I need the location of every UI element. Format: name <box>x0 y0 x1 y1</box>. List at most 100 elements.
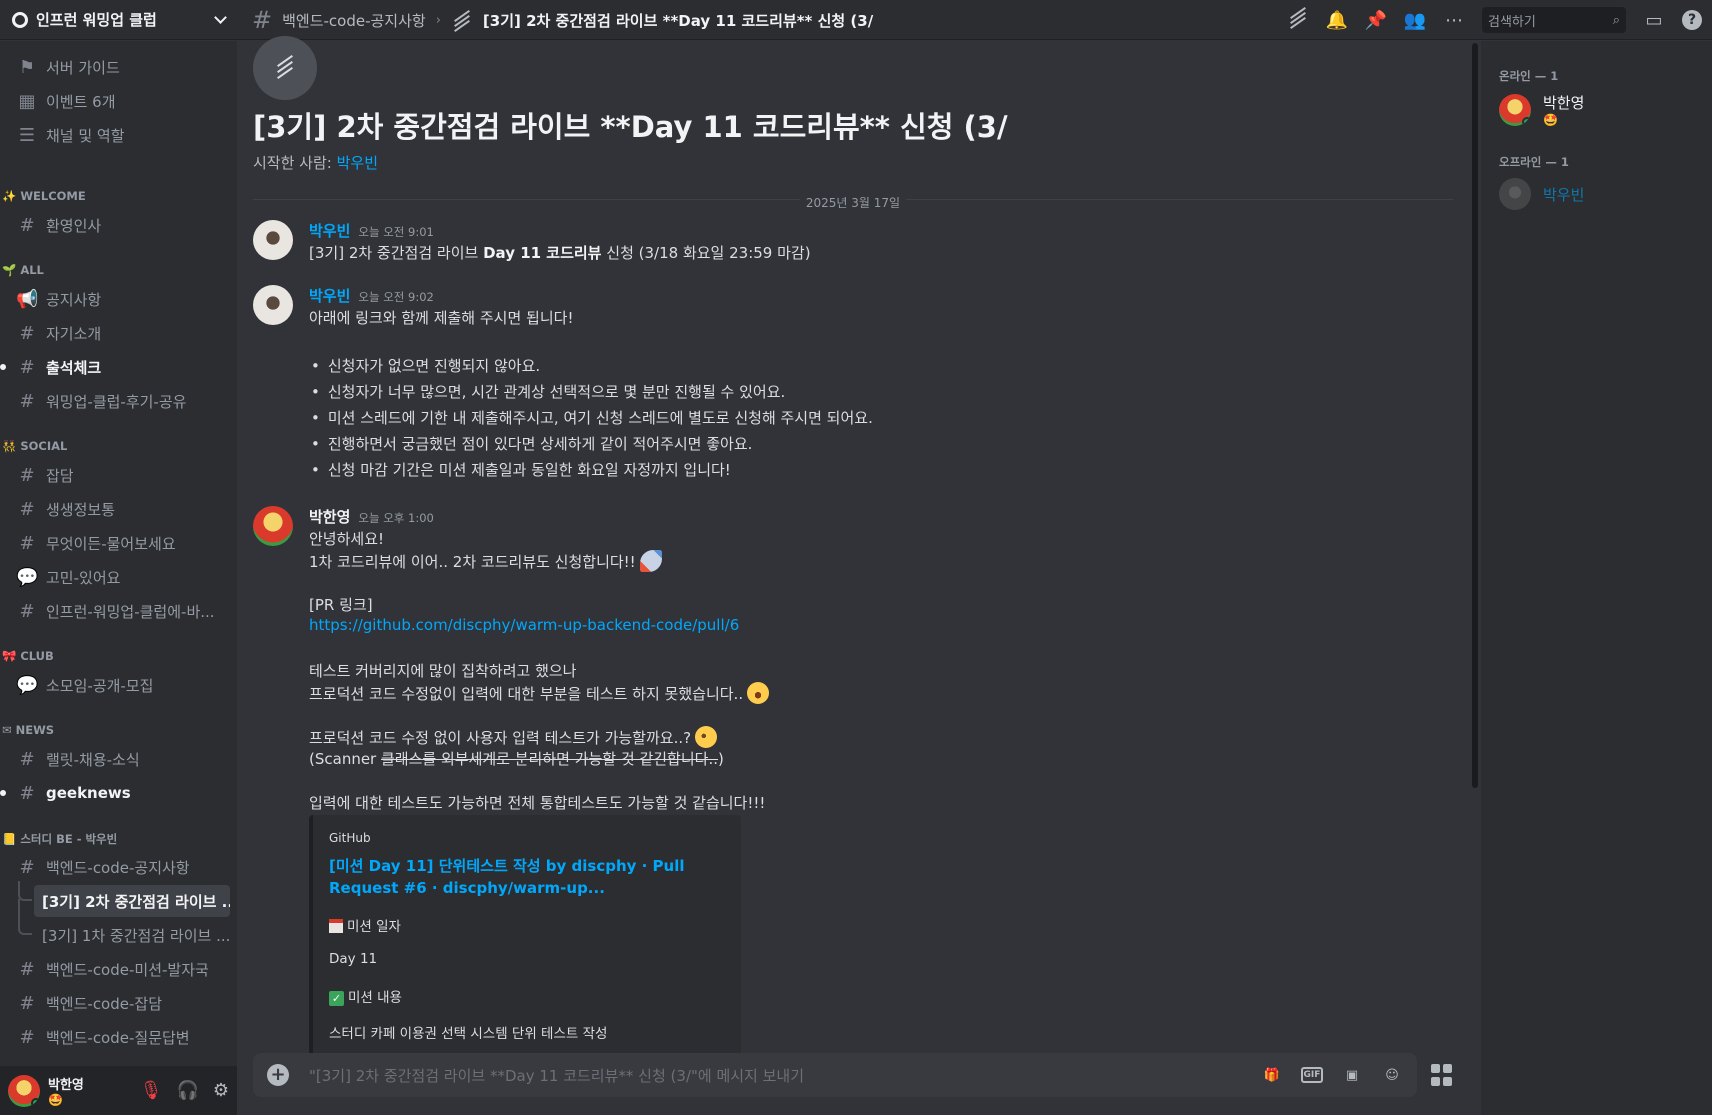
server-settings-icon <box>12 11 28 28</box>
threads-icon[interactable] <box>1287 7 1309 31</box>
channel-attendance[interactable]: # 출석체크 <box>0 351 230 383</box>
help-icon[interactable]: ? <box>1682 10 1702 30</box>
message-author[interactable]: 박우빈 <box>309 285 350 306</box>
channel-intro[interactable]: # 자기소개 <box>8 317 230 349</box>
hash-icon: # <box>19 856 35 878</box>
member-item[interactable]: 박우빈 <box>1499 178 1584 210</box>
embed-title[interactable]: [미션 Day 11] 단위테스트 작성 by discphy · Pull R… <box>329 855 729 899</box>
channel-welcome[interactable]: # 환영인사 <box>8 209 230 241</box>
search-icon: ⌕ <box>1612 12 1620 28</box>
date-divider-label: 2025년 3월 17일 <box>799 196 907 210</box>
more-options-icon[interactable]: ⋯ <box>1443 9 1465 31</box>
apps-icon[interactable] <box>1428 1061 1456 1089</box>
hash-icon: # <box>19 1026 35 1048</box>
gift-icon[interactable]: 🎁 <box>1261 1064 1283 1086</box>
rocket-emoji-icon <box>639 550 662 572</box>
message-line: 입력에 대한 테스트도 가능하면 전체 통합테스트도 가능할 것 같습니다!!! <box>309 794 766 812</box>
strikethrough-text: 클래스를 외부세계로 분리하면 가능할 것 같긴합니다.. <box>381 750 718 768</box>
thread-title: [3기] 2차 중간점검 라이브 **Day 11 코드리뷰** 신청 (3/ <box>253 110 1008 144</box>
composer-icons: 🎁 GIF ▣ ☺ <box>1261 1064 1403 1086</box>
avatar[interactable] <box>253 506 293 546</box>
message-text: [3기] 2차 중간점검 라이브 Day 11 코드리뷰 신청 (3/18 화요… <box>309 242 811 263</box>
channel-rallit[interactable]: # 랠릿-채용-소식 <box>8 743 230 775</box>
headphones-icon[interactable]: 🎧 <box>176 1080 198 1101</box>
channel-be-chat[interactable]: # 백엔드-code-잡담 <box>8 987 230 1019</box>
hash-icon: # <box>19 532 35 554</box>
unread-indicator <box>0 364 6 370</box>
date-divider-label-wrap: 2025년 3월 17일 <box>253 192 1453 211</box>
sidebar-item-events[interactable]: ▦ 이벤트 6개 <box>8 85 230 117</box>
category-news[interactable]: ✉ NEWS <box>2 723 54 737</box>
server-name: 인프런 워밍업 클럽 <box>36 11 157 29</box>
chevron-right-icon: › <box>435 12 441 28</box>
channel-be-notice[interactable]: # 백엔드-code-공지사항 <box>8 851 230 883</box>
search-input[interactable]: 검색하기 ⌕ <box>1482 7 1626 33</box>
forum-icon: 💬 <box>16 674 39 696</box>
server-header[interactable]: 인프런 워밍업 클럽 <box>0 0 237 40</box>
inbox-icon[interactable]: ▭ <box>1643 9 1665 31</box>
channel-geeknews[interactable]: # geeknews <box>0 777 230 809</box>
category-study[interactable]: 📒 스터디 BE - 박우빈 <box>2 831 117 847</box>
member-item[interactable]: 박한영 🤩 <box>1499 92 1584 127</box>
channel-ask[interactable]: # 무엇이든-물어보세요 <box>8 527 230 559</box>
scrollbar[interactable] <box>1472 43 1478 788</box>
hash-icon: # <box>19 322 35 344</box>
avatar[interactable] <box>8 1074 40 1107</box>
sidebar-item-channels-roles[interactable]: ☰ 채널 및 역할 <box>8 119 230 151</box>
channel-worry[interactable]: 💬 고민-있어요 <box>8 561 230 593</box>
member-list-icon[interactable]: 👥 <box>1404 9 1426 31</box>
hash-icon: # <box>19 214 35 236</box>
gear-icon[interactable]: ⚙ <box>213 1080 229 1101</box>
channel-inflearn[interactable]: # 인프런-워밍업-클럽에-바... <box>8 595 230 627</box>
channel-be-mission[interactable]: # 백엔드-code-미션-발자국 <box>8 953 230 985</box>
pr-link[interactable]: https://github.com/discphy/warm-up-backe… <box>309 616 739 634</box>
message-composer[interactable]: + "[3기] 2차 중간점검 라이브 **Day 11 코드리뷰** 신청 (… <box>253 1053 1417 1097</box>
unread-indicator <box>0 790 6 796</box>
avatar <box>1499 93 1531 126</box>
chevron-down-icon <box>214 10 227 24</box>
channel-review-share[interactable]: # 워밍업-클럽-후기-공유 <box>8 385 230 417</box>
attach-plus-icon[interactable]: + <box>267 1064 289 1086</box>
category-all[interactable]: 🌱 ALL <box>2 263 44 277</box>
emoji-picker-icon[interactable]: ☺ <box>1381 1064 1403 1086</box>
channel-chat[interactable]: # 잡담 <box>8 459 230 491</box>
sticker-icon[interactable]: ▣ <box>1341 1064 1363 1086</box>
channels-roles-icon: ☰ <box>18 124 36 146</box>
pin-icon[interactable]: 📌 <box>1365 9 1387 31</box>
calendar-icon: ▦ <box>18 90 36 112</box>
thread-item-other[interactable]: [3기] 1차 중간점검 라이브 ... <box>34 919 230 951</box>
starter-name[interactable]: 박우빈 <box>337 154 378 172</box>
channel-notice[interactable]: 📢 공지사항 <box>8 283 230 315</box>
thread-item-active[interactable]: [3기] 2차 중간점검 라이브 ... <box>34 885 230 917</box>
message-header: 박우빈 오늘 오전 9:01 <box>309 220 434 241</box>
message-line: 안녕하세요! <box>309 530 385 548</box>
breadcrumb-parent-channel[interactable]: 백엔드-code-공지사항 <box>282 10 426 31</box>
category-social[interactable]: 👯 SOCIAL <box>2 439 67 453</box>
channel-life[interactable]: # 생생정보통 <box>8 493 230 525</box>
category-club[interactable]: 🎀 CLUB <box>2 649 54 663</box>
hash-icon: # <box>19 748 35 770</box>
message-input-placeholder[interactable]: "[3기] 2차 중간점검 라이브 **Day 11 코드리뷰** 신청 (3/… <box>309 1065 1261 1086</box>
search-placeholder: 검색하기 <box>1488 14 1536 30</box>
check-icon: ✓ <box>329 991 344 1006</box>
message-line-text: 프로덕션 코드 수정 없이 사용자 입력 테스트가 가능할까요..? <box>309 729 692 747</box>
user-info[interactable]: 박한영 🤩 <box>48 1074 84 1107</box>
avatar[interactable] <box>253 220 293 260</box>
avatar[interactable] <box>253 285 293 325</box>
channel-be-qna[interactable]: # 백엔드-code-질문답변 <box>8 1021 230 1053</box>
category-welcome[interactable]: ✨ WELCOME <box>2 189 86 203</box>
message-author[interactable]: 박한영 <box>309 506 350 527</box>
toolbar-icons: 🔔 📌 👥 ⋯ 검색하기 ⌕ ▭ ? <box>1287 0 1712 40</box>
message-line-text: 프로덕션 코드 수정없이 입력에 대한 부분을 테스트 하지 못했습니다.. <box>309 685 744 703</box>
bell-icon[interactable]: 🔔 <box>1326 9 1348 31</box>
channel-club-recruit[interactable]: 💬 소모임-공개-모집 <box>8 669 230 701</box>
starter-label: 시작한 사람: <box>253 154 337 172</box>
mic-muted-icon[interactable]: 🎙 <box>140 1080 163 1101</box>
gif-icon[interactable]: GIF <box>1301 1067 1323 1083</box>
list-item: 신청자가 없으면 진행되지 않아요. <box>309 355 540 376</box>
breadcrumb-thread-title: [3기] 2차 중간점검 라이브 **Day 11 코드리뷰** 신청 (3/ <box>482 11 874 30</box>
thread-starter: 시작한 사람: 박우빈 <box>253 152 378 173</box>
sidebar-item-server-guide[interactable]: ⚑ 서버 가이드 <box>8 51 230 83</box>
embed-field-text: 미션 내용 <box>348 990 402 1006</box>
message-author[interactable]: 박우빈 <box>309 220 350 241</box>
